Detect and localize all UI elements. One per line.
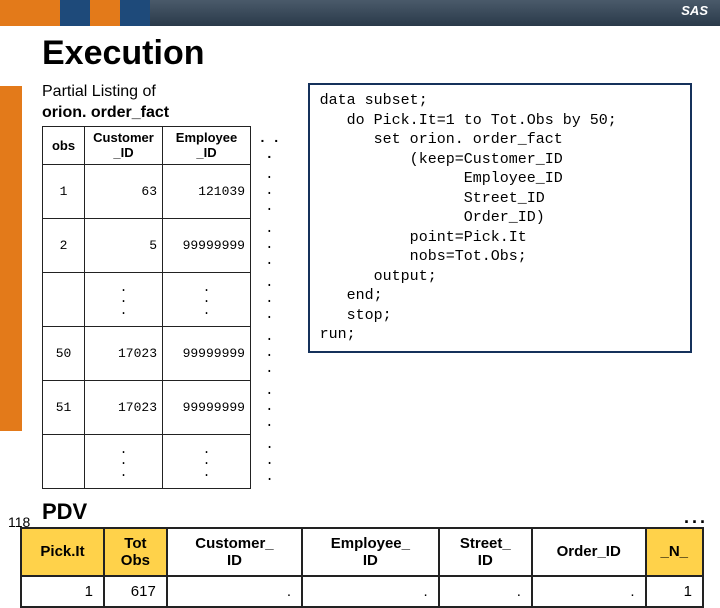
col-employee: Employee _ID xyxy=(163,126,251,164)
brand-logo: SAS xyxy=(681,3,708,18)
page-title: Execution xyxy=(42,34,692,73)
pdv-row: 1 617 . . . . 1 xyxy=(21,576,703,607)
listing-caption-2: orion. order_fact xyxy=(42,104,292,122)
pdv-label: PDV xyxy=(42,499,692,525)
pdv-table: Pick.It Tot Obs Customer_ ID Employee_ I… xyxy=(20,527,704,608)
more-indicator: ... xyxy=(684,507,708,528)
top-bar-accent xyxy=(0,0,150,26)
col-customer: Customer _ID xyxy=(85,126,163,164)
table-row: 501702399999999. . . xyxy=(43,326,292,380)
col-obs: obs xyxy=(43,126,85,164)
top-bar: SAS xyxy=(0,0,720,26)
listing-table: obs Customer _ID Employee _ID . . . 1631… xyxy=(42,126,292,489)
table-row: . . .. . .. . . xyxy=(43,434,292,488)
table-row: 511702399999999. . . xyxy=(43,380,292,434)
col-more: . . . xyxy=(251,126,292,164)
code-block: data subset; do Pick.It=1 to Tot.Obs by … xyxy=(308,83,692,353)
table-row: . . .. . .. . . xyxy=(43,272,292,326)
table-row: 163121039. . . xyxy=(43,164,292,218)
listing-caption-1: Partial Listing of xyxy=(42,83,292,101)
table-row: 2599999999. . . xyxy=(43,218,292,272)
page-number: 118 xyxy=(8,514,30,530)
